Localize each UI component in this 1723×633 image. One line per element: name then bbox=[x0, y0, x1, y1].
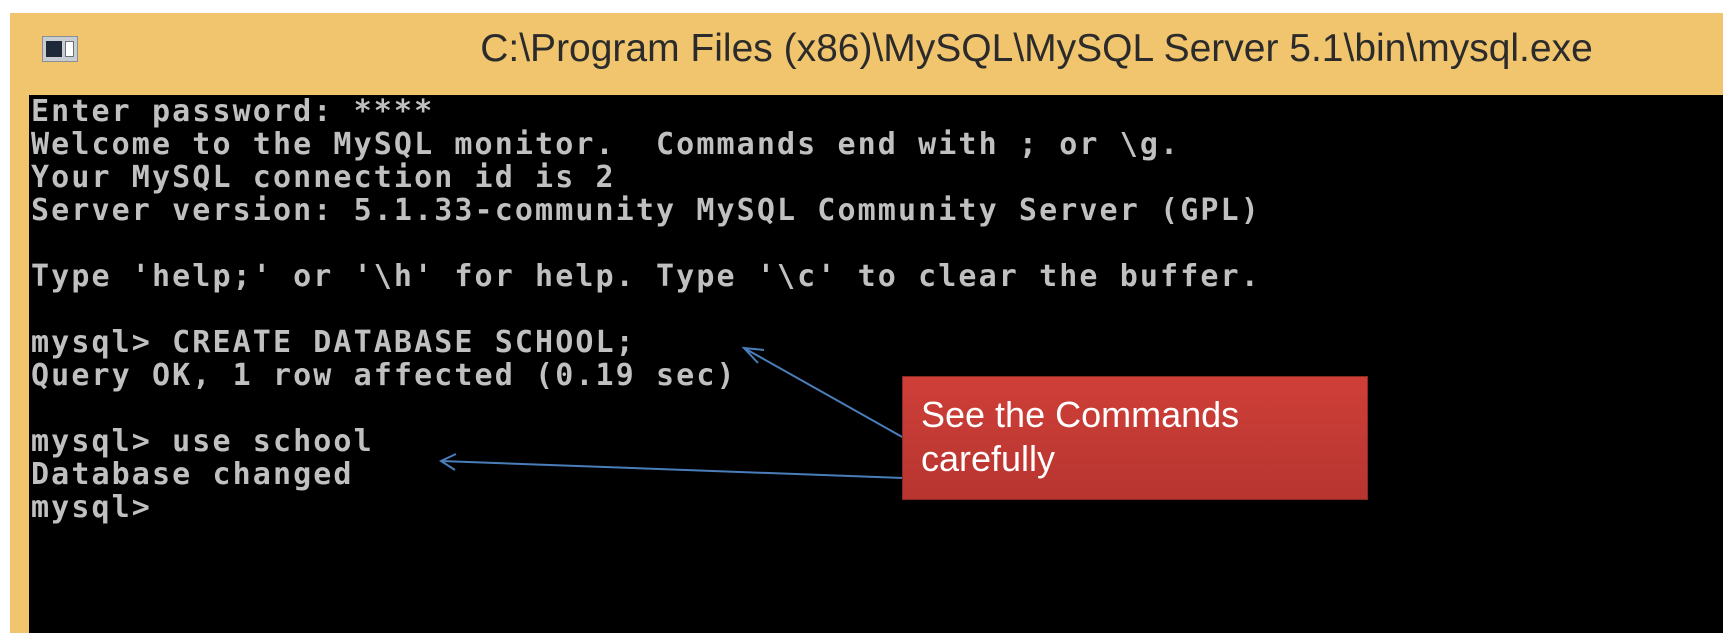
console-line: Enter password: **** bbox=[31, 95, 435, 129]
console-line: Type 'help;' or '\h' for help. Type '\c'… bbox=[31, 259, 1261, 294]
callout-line-1: See the Commands bbox=[921, 394, 1240, 435]
console-line: Welcome to the MySQL monitor. Commands e… bbox=[31, 127, 1181, 162]
callout-line-2: carefully bbox=[921, 438, 1056, 479]
console-output[interactable]: Enter password: **** Welcome to the MySQ… bbox=[29, 95, 1723, 633]
console-line: Your MySQL connection id is 2 bbox=[31, 160, 616, 195]
window-title: C:\Program Files (x86)\MySQL\MySQL Serve… bbox=[480, 27, 1593, 70]
console-line: Server version: 5.1.33-community MySQL C… bbox=[31, 193, 1261, 228]
console-line: mysql> CREATE DATABASE SCHOOL; bbox=[31, 325, 636, 360]
title-bar[interactable]: C:\Program Files (x86)\MySQL\MySQL Serve… bbox=[10, 13, 1723, 94]
annotation-callout: See the Commands carefully bbox=[902, 376, 1368, 500]
